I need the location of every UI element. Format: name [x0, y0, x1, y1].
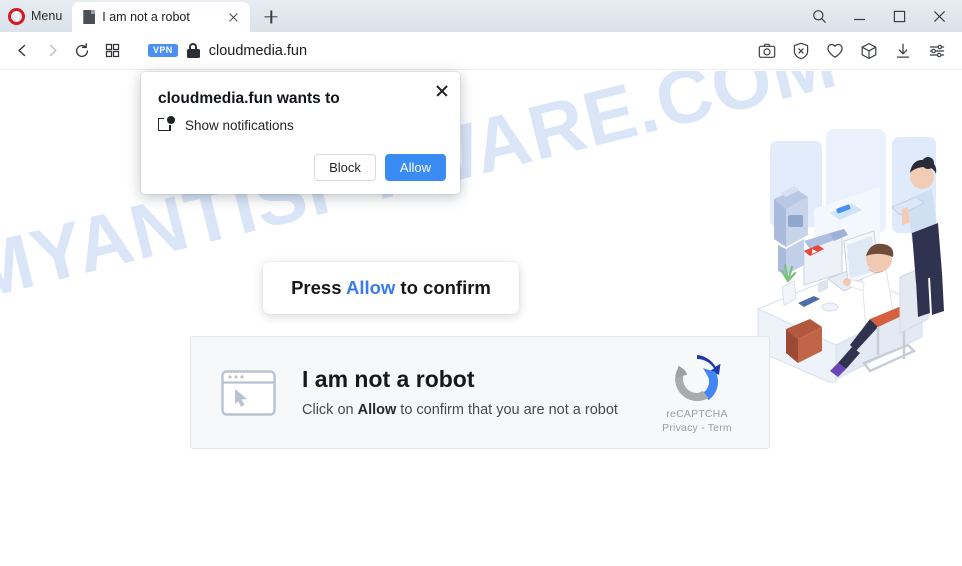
minimize-icon[interactable]	[840, 1, 878, 31]
menu-label: Menu	[31, 9, 63, 23]
press-allow-text: Press Allow to confirm	[291, 277, 491, 299]
captcha-text-block: I am not a robot Click on Allow to confi…	[302, 366, 637, 418]
press-prefix: Press	[291, 277, 346, 298]
browser-toolbar: VPN cloudmedia.fun	[0, 32, 962, 70]
address-bar[interactable]: VPN cloudmedia.fun	[148, 43, 307, 59]
allow-button[interactable]: Allow	[384, 154, 446, 181]
opera-logo-icon	[8, 7, 25, 25]
back-arrow-icon[interactable]	[8, 37, 36, 65]
maximize-icon[interactable]	[880, 1, 918, 31]
browser-window-cursor-icon	[221, 369, 276, 416]
press-suffix: to confirm	[395, 277, 491, 298]
browser-tab[interactable]: I am not a robot	[72, 2, 251, 32]
reload-icon[interactable]	[68, 37, 96, 65]
padlock-icon[interactable]	[186, 43, 200, 58]
url-text[interactable]: cloudmedia.fun	[209, 43, 307, 59]
captcha-subtext: Click on Allow to confirm that you are n…	[302, 402, 637, 418]
close-icon[interactable]	[920, 1, 958, 31]
dialog-close-icon[interactable]	[433, 81, 451, 99]
search-icon[interactable]	[800, 1, 838, 31]
captcha-heading: I am not a robot	[302, 366, 475, 393]
toolbar-right-icons	[756, 40, 962, 62]
dialog-title: cloudmedia.fun wants to	[158, 90, 340, 107]
cube-extensions-icon[interactable]	[858, 40, 880, 62]
captcha-sub-prefix: Click on	[302, 401, 358, 418]
block-button[interactable]: Block	[314, 154, 376, 181]
permission-label: Show notifications	[185, 117, 294, 133]
notification-permission-dialog: cloudmedia.fun wants to Show notificatio…	[141, 72, 460, 194]
snapshot-camera-icon[interactable]	[756, 40, 778, 62]
window-controls	[800, 0, 962, 32]
isometric-office-robot-illustration	[752, 123, 962, 386]
opera-menu-button[interactable]: Menu	[0, 0, 72, 32]
new-tab-button[interactable]	[256, 2, 286, 32]
press-allow-tooltip: Press Allow to confirm	[263, 262, 519, 314]
easy-setup-sliders-icon[interactable]	[926, 40, 948, 62]
recaptcha-links[interactable]: Privacy - Term	[637, 422, 757, 434]
page-icon	[83, 10, 96, 24]
fake-captcha-panel: I am not a robot Click on Allow to confi…	[190, 336, 770, 449]
recaptcha-name: reCAPTCHA	[666, 408, 728, 420]
recaptcha-branding: reCAPTCHA Privacy - Term	[637, 351, 757, 434]
forward-arrow-icon[interactable]	[38, 37, 66, 65]
permission-row: Show notifications	[158, 116, 294, 133]
notification-badge-icon	[158, 116, 175, 133]
vpn-badge[interactable]: VPN	[148, 43, 178, 58]
recaptcha-logo-icon	[669, 351, 725, 407]
dialog-actions: Block Allow	[314, 154, 446, 181]
browser-window: Menu I am not a robot VPN cloudmedia.fun…	[0, 0, 962, 566]
heart-favorites-icon[interactable]	[824, 40, 846, 62]
speed-dial-icon[interactable]	[98, 37, 126, 65]
tab-close-icon[interactable]	[225, 9, 242, 26]
captcha-sub-bold: Allow	[357, 401, 397, 418]
press-highlight: Allow	[345, 277, 396, 298]
captcha-sub-suffix: to confirm that you are not a robot	[396, 401, 618, 418]
navigation-buttons	[0, 37, 126, 65]
tab-strip: Menu I am not a robot	[0, 0, 962, 32]
ad-blocker-shield-icon[interactable]	[790, 40, 812, 62]
downloads-icon[interactable]	[892, 40, 914, 62]
tab-title: I am not a robot	[102, 10, 190, 24]
